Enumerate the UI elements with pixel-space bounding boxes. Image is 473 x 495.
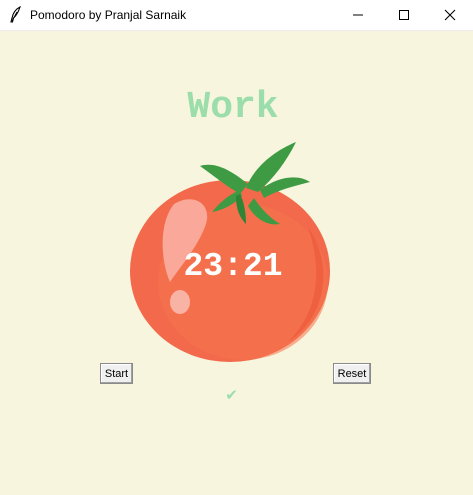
session-checkmarks: ✔ — [225, 386, 238, 404]
mode-heading: Work — [187, 86, 279, 129]
start-button[interactable]: Start — [100, 363, 133, 384]
minimize-button[interactable] — [335, 0, 381, 30]
close-button[interactable] — [427, 0, 473, 30]
window-title: Pomodoro by Pranjal Sarnaik — [30, 8, 187, 22]
timer-display: 23:21 — [183, 248, 283, 285]
minimize-icon — [353, 14, 363, 16]
reset-button[interactable]: Reset — [333, 363, 371, 384]
maximize-icon — [399, 10, 409, 20]
close-icon — [444, 9, 456, 21]
title-bar[interactable]: Pomodoro by Pranjal Sarnaik — [0, 0, 473, 31]
feather-icon — [8, 5, 24, 24]
maximize-button[interactable] — [381, 0, 427, 30]
app-window: Pomodoro by Pranjal Sarnaik Work 23:21 S… — [0, 0, 473, 495]
